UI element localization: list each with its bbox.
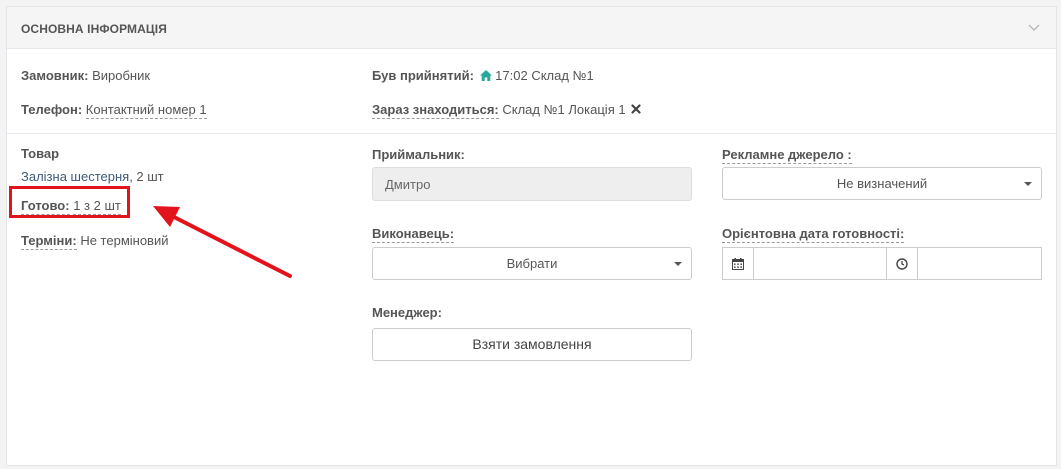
accepted-value: Склад №1 — [531, 68, 594, 83]
ad-source-selected: Не визначений — [836, 176, 928, 191]
location-value: Склад №1 Локація 1 — [502, 102, 626, 117]
ad-source-label-wrap: Рекламне джерело : — [722, 147, 852, 164]
accepted-label: Був прийнятий: — [372, 68, 474, 83]
customer-label: Замовник: — [21, 68, 89, 83]
terms-label[interactable]: Терміни: — [21, 233, 77, 250]
ready-date-label[interactable]: Орієнтовна дата готовності: — [722, 226, 905, 243]
panel-title: ОСНОВНА ІНФОРМАЦІЯ — [21, 22, 167, 36]
manager-label: Менеджер: — [372, 305, 442, 320]
phone-row: Телефон: Контактний номер 1 — [21, 102, 207, 119]
executor-label[interactable]: Виконавець: — [372, 226, 455, 243]
divider — [7, 133, 1056, 134]
main-info-panel: ОСНОВНА ІНФОРМАЦІЯ Замовник: Виробник Те… — [6, 6, 1057, 466]
location-label[interactable]: Зараз знаходиться: — [372, 102, 499, 119]
receiver-label: Приймальник: — [372, 147, 465, 162]
caret-down-icon — [674, 262, 682, 266]
accepted-row: Був прийнятий: 17:02 Склад №1 — [372, 68, 594, 84]
product-row: Залізна шестерня, 2 шт — [21, 169, 164, 184]
customer-value: Виробник — [92, 68, 151, 83]
phone-label: Телефон: — [21, 102, 83, 117]
ready-date-label-wrap: Орієнтовна дата готовності: — [722, 226, 905, 243]
clock-icon[interactable] — [886, 247, 918, 280]
ad-source-select[interactable]: Не визначений — [722, 167, 1042, 200]
ready-date-group — [722, 247, 1042, 280]
terms-row: Терміни: Не терміновий — [21, 233, 169, 250]
chevron-down-icon[interactable] — [1026, 19, 1042, 35]
take-order-button[interactable]: Взяти замовлення — [372, 328, 692, 361]
terms-value: Не терміновий — [80, 233, 169, 248]
product-heading: Товар — [21, 146, 60, 161]
executor-label-wrap: Виконавець: — [372, 226, 455, 243]
panel-header[interactable]: ОСНОВНА ІНФОРМАЦІЯ — [7, 7, 1056, 49]
receiver-field: Дмитро — [372, 167, 692, 201]
product-item-link[interactable]: Залізна шестерня — [21, 169, 129, 184]
ad-source-label[interactable]: Рекламне джерело : — [722, 147, 852, 164]
ready-time-input[interactable] — [917, 247, 1042, 280]
close-icon[interactable] — [631, 102, 641, 117]
product-qty: , 2 шт — [129, 169, 164, 184]
location-row: Зараз знаходиться: Склад №1 Локація 1 — [372, 102, 641, 119]
calendar-icon[interactable] — [722, 247, 754, 280]
customer-row: Замовник: Виробник — [21, 68, 150, 83]
home-icon — [479, 69, 492, 84]
executor-select[interactable]: Вибрати — [372, 247, 692, 280]
caret-down-icon — [1024, 182, 1032, 186]
accepted-time: 17:02 — [495, 68, 528, 83]
phone-value[interactable]: Контактний номер 1 — [85, 102, 207, 119]
executor-selected: Вибрати — [506, 256, 558, 271]
ready-date-input[interactable] — [753, 247, 887, 280]
highlight-box — [9, 186, 130, 218]
